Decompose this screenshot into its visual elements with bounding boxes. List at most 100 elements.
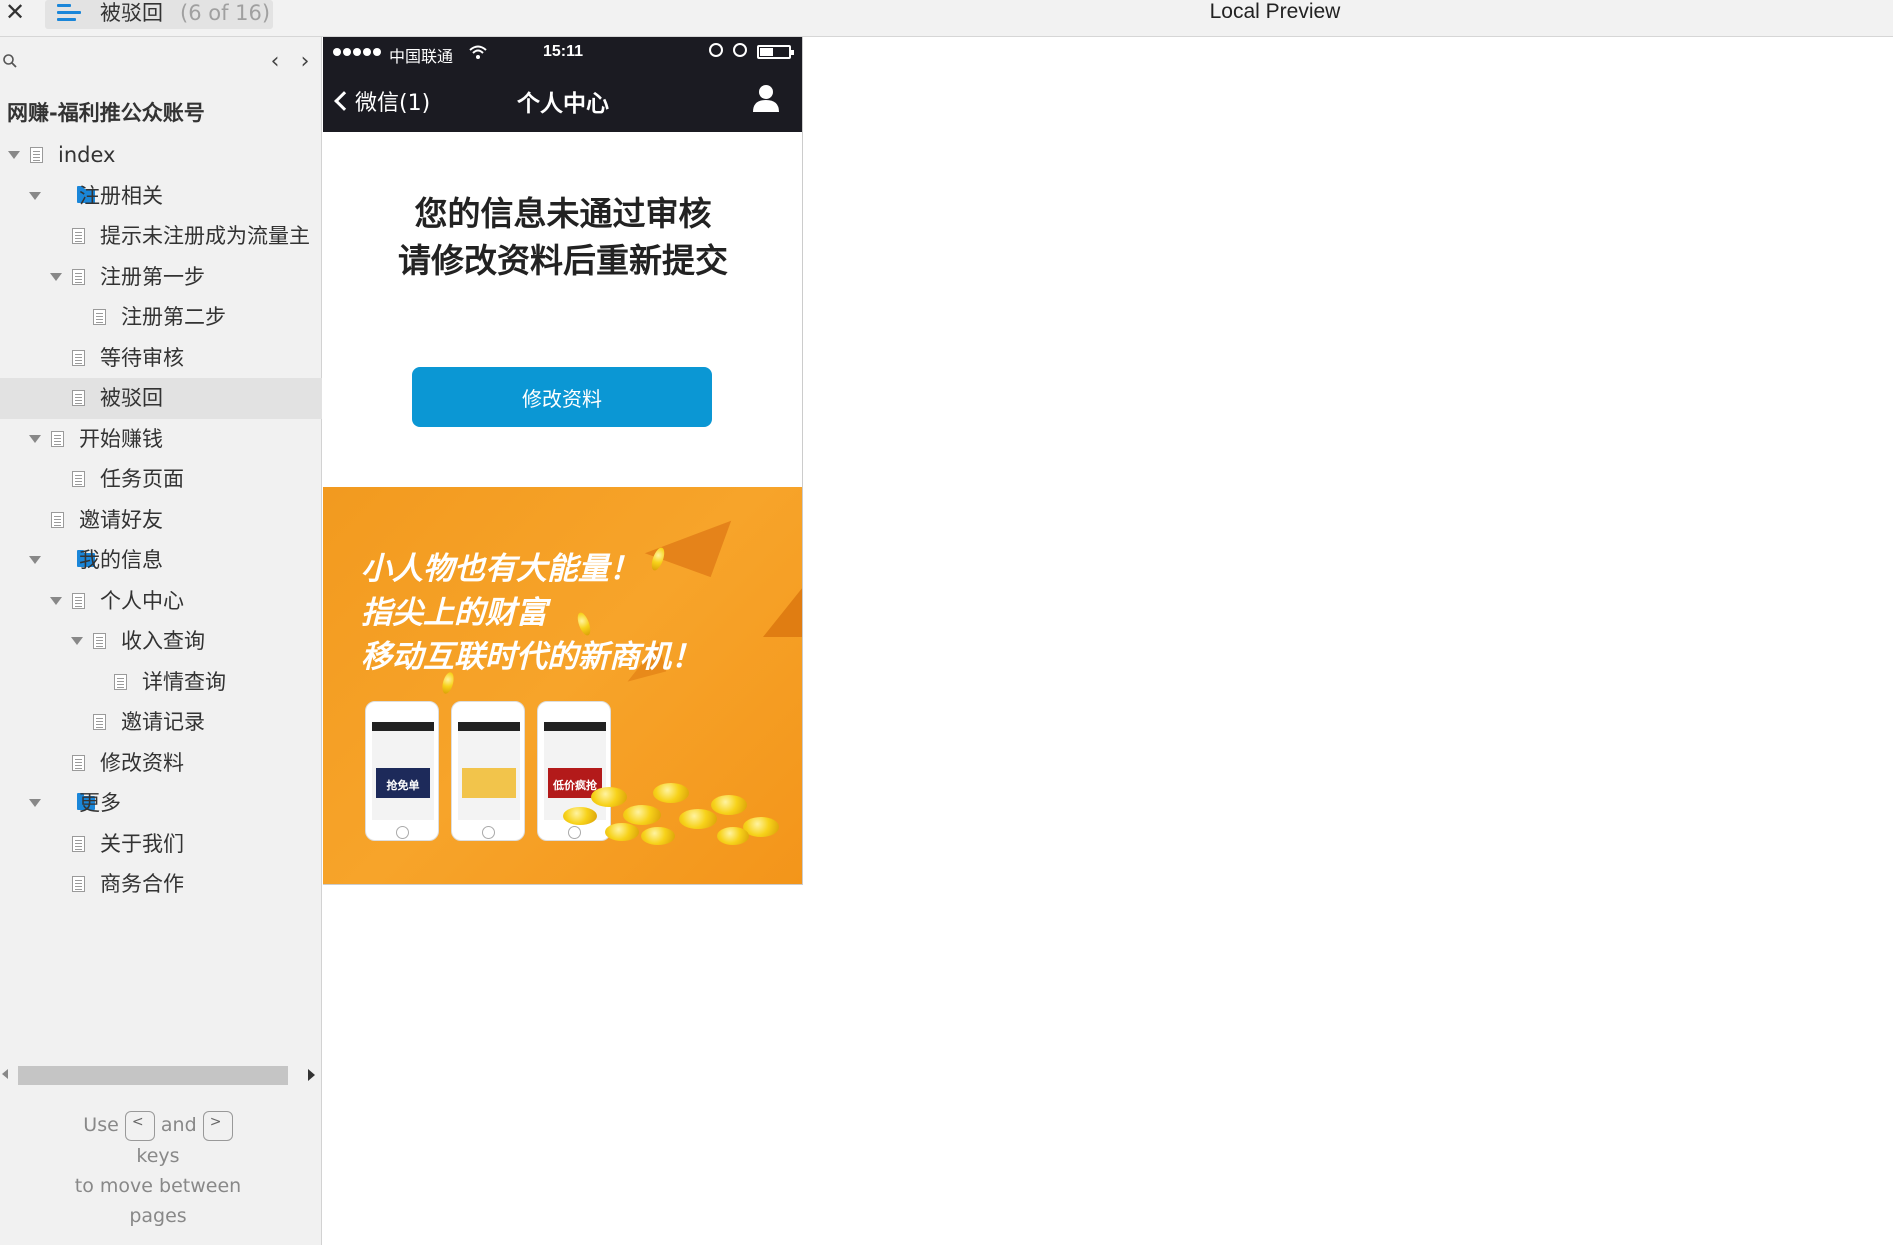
hint-and: and xyxy=(160,1114,197,1136)
keyboard-hint: Use < and > keys to move between pages xyxy=(0,1110,316,1231)
chevron-down-icon[interactable] xyxy=(29,191,41,200)
tree-item-label: index xyxy=(58,143,116,167)
rejection-message-line2: 请修改资料后重新提交 xyxy=(398,241,728,280)
chevron-down-icon[interactable] xyxy=(71,637,83,645)
window-title: Local Preview xyxy=(1209,0,1341,23)
page-icon xyxy=(72,592,85,609)
edit-profile-button[interactable]: 修改资料 xyxy=(412,367,712,427)
rotation-lock-icon xyxy=(709,43,723,57)
phone-status-bar: 中国联通 15:11 xyxy=(323,37,802,67)
tree-item[interactable]: 任务页面 xyxy=(0,459,322,500)
page-icon xyxy=(72,228,85,244)
decor-triangle xyxy=(763,587,802,637)
mini-phone-tag: 抢免单 xyxy=(386,779,420,792)
tree-item[interactable]: 商务合作 xyxy=(0,864,322,905)
mini-phone-image: 抢免单 xyxy=(365,701,439,841)
scrollbar-thumb[interactable] xyxy=(18,1066,288,1085)
chevron-down-icon[interactable] xyxy=(8,151,20,159)
tree-item[interactable]: 等待审核 xyxy=(0,338,322,379)
prev-key-icon: < xyxy=(124,1110,155,1141)
scroll-right-icon[interactable] xyxy=(308,1069,315,1081)
next-page-icon[interactable]: › xyxy=(290,49,320,74)
signal-icon xyxy=(333,43,383,61)
alarm-icon xyxy=(733,43,747,57)
tree-item-label: 提示未注册成为流量主 xyxy=(100,224,310,248)
chevron-down-icon[interactable] xyxy=(29,799,41,807)
coin-image xyxy=(605,823,639,841)
page-title: 个人中心 xyxy=(517,91,609,117)
tree-item-label: 详情查询 xyxy=(142,669,226,694)
tree-item-label: 注册第一步 xyxy=(100,264,205,289)
chevron-down-icon[interactable] xyxy=(50,272,62,281)
page-nav-arrows: ‹ › xyxy=(260,49,320,74)
page-tab[interactable]: 被驳回 (6 of 16) xyxy=(45,0,273,29)
tree-item[interactable]: 邀请好友 xyxy=(0,500,322,541)
page-icon xyxy=(72,471,85,487)
tree-item[interactable]: 开始赚钱 xyxy=(0,419,322,460)
coin-image xyxy=(563,807,597,825)
user-icon[interactable] xyxy=(751,83,781,113)
coin-image xyxy=(641,827,675,845)
page-icon xyxy=(93,633,106,649)
tree-item-label: 我的信息 xyxy=(79,548,163,572)
rejection-content: 您的信息未通过审核 请修改资料后重新提交 修改资料 xyxy=(323,132,802,487)
banner-line1: 小人物也有大能量！ xyxy=(361,551,640,587)
tree-item-label: 邀请好友 xyxy=(79,507,163,532)
tree-item-label: 注册相关 xyxy=(79,183,163,208)
chevron-down-icon[interactable] xyxy=(29,434,41,443)
tree-item[interactable]: 收入查询 xyxy=(0,621,322,662)
coin-image xyxy=(653,783,689,803)
status-time: 15:11 xyxy=(543,43,584,60)
horizontal-scrollbar[interactable] xyxy=(0,1063,322,1085)
page-icon xyxy=(72,268,85,285)
tree-item-label: 修改资料 xyxy=(100,750,184,775)
page-icon xyxy=(72,835,85,852)
chevron-down-icon[interactable] xyxy=(50,596,62,605)
chevron-down-icon[interactable] xyxy=(29,556,41,564)
tree-item[interactable]: 详情查询 xyxy=(0,662,322,703)
tree-item[interactable]: 修改资料 xyxy=(0,743,322,784)
wechat-navbar: 微信(1) 个人中心 xyxy=(323,67,802,132)
page-icon xyxy=(51,430,64,447)
tree-item[interactable]: 被驳回 xyxy=(0,378,322,419)
tree-item[interactable]: 注册第一步 xyxy=(0,257,322,298)
page-icon xyxy=(72,876,85,892)
scroll-left-icon[interactable] xyxy=(2,1069,8,1079)
tree-item[interactable]: 邀请记录 xyxy=(0,702,322,743)
hint-line3: pages xyxy=(129,1204,187,1227)
tree-item[interactable]: index xyxy=(0,135,322,176)
tree-item[interactable]: 注册第二步 xyxy=(0,297,322,338)
tree-item-label: 商务合作 xyxy=(100,872,184,896)
page-icon xyxy=(72,390,85,406)
tree-item-label: 更多 xyxy=(79,791,121,815)
tree-item[interactable]: 提示未注册成为流量主 xyxy=(0,216,322,257)
sidebar: ‹ › 网赚-福利推公众账号 index 注册相关 提示未注册成为流量主 注册第一步 注册… xyxy=(0,37,322,1245)
mini-phone-image xyxy=(451,701,525,841)
tree-item[interactable]: 个人中心 xyxy=(0,581,322,622)
menu-icon[interactable] xyxy=(57,4,81,24)
page-icon xyxy=(51,511,64,528)
page-icon xyxy=(72,349,85,366)
tree-item-label: 个人中心 xyxy=(100,588,184,613)
tab-title: 被驳回 xyxy=(100,1,163,25)
tree-item-label: 邀请记录 xyxy=(121,710,205,734)
close-icon[interactable]: ✕ xyxy=(4,0,26,26)
tree-item[interactable]: 我的信息 xyxy=(0,540,322,581)
rejection-message-line1: 您的信息未通过审核 xyxy=(414,194,712,233)
tab-page-count: (6 of 16) xyxy=(180,1,271,25)
tree-item[interactable]: 关于我们 xyxy=(0,824,322,865)
prev-page-icon[interactable]: ‹ xyxy=(260,49,290,74)
tree-item-label: 开始赚钱 xyxy=(79,426,163,451)
promo-banner[interactable]: 小人物也有大能量！ 指尖上的财富 移动互联时代的新商机！ 抢免单 低价疯抢 xyxy=(323,487,802,884)
banner-line3: 移动互联时代的新商机！ xyxy=(361,639,702,675)
rejection-message: 您的信息未通过审核 请修改资料后重新提交 xyxy=(323,190,802,284)
wifi-icon xyxy=(469,45,487,59)
tree-item[interactable]: 注册相关 xyxy=(0,176,322,217)
search-icon[interactable] xyxy=(2,53,18,69)
hint-use: Use xyxy=(83,1114,119,1136)
page-icon xyxy=(114,673,127,690)
coin-image xyxy=(623,805,661,825)
page-icon xyxy=(30,147,43,163)
tree-item[interactable]: 更多 xyxy=(0,783,322,824)
tree-item-label: 收入查询 xyxy=(121,629,205,653)
